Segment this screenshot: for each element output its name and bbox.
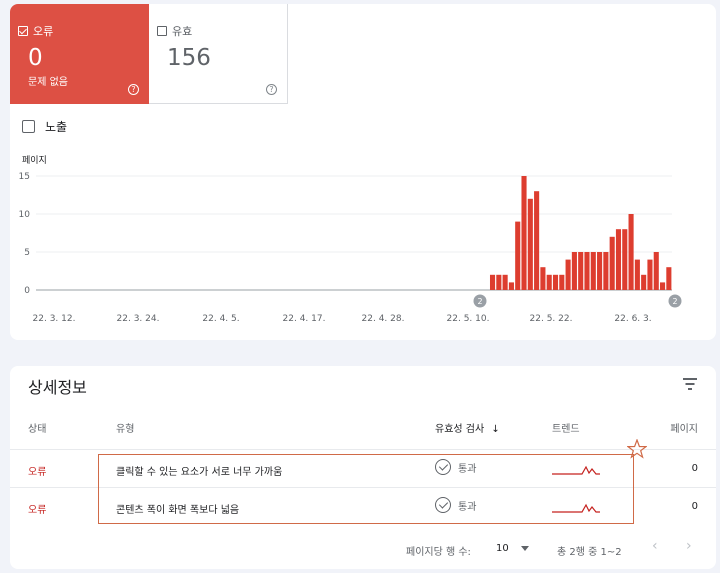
col-type[interactable]: 유형 — [116, 420, 134, 435]
chevron-down-icon[interactable] — [521, 546, 529, 551]
bar[interactable] — [584, 252, 590, 290]
col-status[interactable]: 상태 — [28, 420, 46, 435]
bar[interactable] — [565, 259, 571, 290]
row-status: 오류 — [28, 505, 47, 516]
details-card: 상세정보 상태 유형 유효성 검사 ↓ 트렌드 페이지 오류 클릭할 수 있는 … — [10, 366, 716, 569]
bar[interactable] — [653, 252, 659, 290]
bar[interactable] — [578, 252, 584, 290]
details-title: 상세정보 — [28, 378, 87, 397]
valid-tile[interactable]: 유효 156 ? — [149, 4, 288, 104]
highlight-box — [98, 454, 634, 524]
bar[interactable] — [527, 198, 533, 290]
bar[interactable] — [508, 282, 514, 290]
bar[interactable] — [546, 274, 552, 290]
col-validation-label: 유효성 검사 — [435, 424, 485, 435]
next-page-icon[interactable]: › — [686, 538, 692, 554]
valid-label-text: 유효 — [172, 25, 193, 38]
error-sub: 문제 없음 — [28, 77, 68, 88]
summary-card: 오류 0 문제 없음 ? 유효 156 ? 노출 페이지 0 5 10 15 22. … — [10, 4, 716, 340]
help-icon[interactable]: ? — [266, 84, 277, 95]
row-pages: 0 — [691, 501, 698, 512]
valid-count: 156 — [167, 45, 211, 71]
rows-per-page-label: 페이지당 행 수: — [406, 547, 471, 558]
bar[interactable] — [666, 267, 672, 290]
y-tick-label: 0 — [24, 286, 30, 296]
annotation-label: 2 — [477, 297, 482, 306]
row-pages: 0 — [691, 463, 698, 474]
x-tick-label: 22. 3. 12. — [33, 314, 76, 324]
bar[interactable] — [615, 229, 622, 290]
x-tick-label: 22. 4. 5. — [202, 314, 239, 324]
error-label-text: 오류 — [33, 25, 54, 38]
x-tick-label: 22. 6. 3. — [614, 314, 651, 324]
exposure-checkbox[interactable] — [22, 120, 35, 133]
bar[interactable] — [552, 274, 559, 290]
col-pages[interactable]: 페이지 — [670, 420, 698, 435]
bar[interactable] — [628, 214, 634, 290]
y-tick-label: 5 — [24, 248, 30, 258]
error-label[interactable]: 오류 — [18, 23, 53, 39]
x-tick-label: 22. 4. 17. — [283, 314, 326, 324]
bar[interactable] — [521, 176, 527, 290]
bar[interactable] — [647, 259, 653, 290]
bar[interactable] — [597, 252, 603, 290]
bar[interactable] — [515, 221, 521, 290]
bar[interactable] — [559, 274, 565, 290]
error-tile[interactable]: 오류 0 문제 없음 ? — [10, 4, 149, 104]
bar[interactable] — [540, 267, 546, 290]
col-trend[interactable]: 트렌드 — [552, 420, 580, 435]
y-axis-label: 페이지 — [22, 155, 47, 166]
error-checkbox[interactable] — [18, 26, 28, 36]
annotation-label: 2 — [672, 297, 677, 306]
bar[interactable] — [641, 274, 647, 290]
row-status: 오류 — [28, 467, 47, 478]
x-tick-label: 22. 3. 24. — [117, 314, 160, 324]
bar[interactable] — [634, 259, 640, 290]
col-validation[interactable]: 유효성 검사 ↓ — [435, 420, 500, 435]
x-tick-label: 22. 5. 10. — [447, 314, 490, 324]
exposure-toggle[interactable]: 노출 — [22, 118, 67, 135]
bar[interactable] — [622, 229, 628, 290]
bar[interactable] — [603, 252, 609, 290]
error-count: 0 — [28, 45, 43, 71]
bar[interactable] — [609, 236, 615, 290]
sort-arrow-icon: ↓ — [491, 424, 500, 435]
exposure-label: 노출 — [45, 120, 68, 134]
bar[interactable] — [534, 191, 540, 290]
bar[interactable] — [660, 282, 666, 290]
bar[interactable] — [502, 274, 508, 290]
x-tick-label: 22. 5. 22. — [530, 314, 573, 324]
bar[interactable] — [489, 274, 496, 290]
filter-icon[interactable] — [683, 378, 697, 390]
bar[interactable] — [571, 252, 577, 290]
x-tick-label: 22. 4. 28. — [362, 314, 405, 324]
y-tick-label: 15 — [19, 172, 30, 182]
pages-bar-chart: 페이지 0 5 10 15 22. 3. 12. 22. 3. 24. 22. 4. 5.… — [19, 155, 682, 324]
help-icon[interactable]: ? — [128, 84, 139, 95]
annotation-marker[interactable]: 2 — [473, 294, 487, 308]
valid-label[interactable]: 유효 — [157, 23, 192, 39]
annotation-marker[interactable]: 2 — [668, 294, 682, 308]
y-tick-label: 10 — [19, 210, 31, 220]
star-icon — [627, 439, 647, 459]
prev-page-icon[interactable]: ‹ — [652, 538, 658, 554]
pagination-range: 총 2행 중 1~2 — [557, 547, 622, 558]
bar[interactable] — [496, 274, 502, 290]
rows-per-page-select[interactable]: 10 — [496, 543, 509, 554]
bar[interactable] — [590, 252, 596, 290]
valid-checkbox[interactable] — [157, 26, 167, 36]
